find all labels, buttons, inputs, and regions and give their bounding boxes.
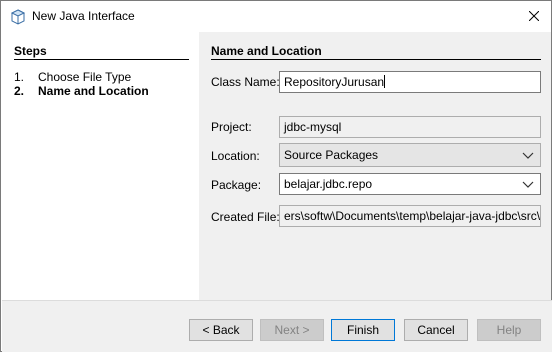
chevron-down-icon xyxy=(522,152,534,159)
text-cursor xyxy=(384,75,386,88)
class-name-input[interactable]: RepositoryJurusan xyxy=(279,71,541,93)
next-button[interactable]: Next > xyxy=(260,319,324,341)
close-button[interactable] xyxy=(517,1,551,31)
steps-panel: Steps 1. Choose File Type 2. Name and Loca… xyxy=(2,32,198,300)
step-choose-file-type: 1. Choose File Type xyxy=(14,70,131,84)
cancel-button[interactable]: Cancel xyxy=(404,319,468,341)
location-label: Location: xyxy=(211,149,260,163)
steps-divider xyxy=(14,59,189,60)
created-file-label: Created File: xyxy=(211,210,280,224)
step-label: Choose File Type xyxy=(38,70,132,84)
window-title: New Java Interface xyxy=(32,9,135,23)
created-file-value: ers\softw\Documents\temp\belajar-java-jd… xyxy=(284,209,541,223)
step-number: 1. xyxy=(14,70,25,84)
package-label: Package: xyxy=(211,178,262,192)
button-bar: < Back Next > Finish Cancel Help xyxy=(2,301,552,352)
chevron-down-icon xyxy=(522,181,534,188)
finish-button[interactable]: Finish xyxy=(331,319,395,341)
panel-divider xyxy=(211,59,541,60)
netbeans-cube-icon xyxy=(10,9,26,25)
close-icon xyxy=(529,11,539,21)
project-value: jdbc-mysql xyxy=(284,120,342,134)
step-label: Name and Location xyxy=(38,84,149,98)
created-file-field[interactable]: ers\softw\Documents\temp\belajar-java-jd… xyxy=(279,205,541,227)
steps-heading: Steps xyxy=(14,44,47,58)
package-combobox[interactable]: belajar.jdbc.repo xyxy=(279,173,541,195)
class-name-label: Class Name: xyxy=(211,75,280,89)
project-field: jdbc-mysql xyxy=(279,116,541,138)
name-location-panel: Name and Location Class Name: Repository… xyxy=(199,32,551,300)
location-dropdown[interactable]: Source Packages xyxy=(279,143,541,167)
project-label: Project: xyxy=(211,120,252,134)
help-button[interactable]: Help xyxy=(477,319,541,341)
back-button[interactable]: < Back xyxy=(189,319,253,341)
title-bar: New Java Interface xyxy=(1,1,551,32)
step-number: 2. xyxy=(14,84,25,98)
location-value: Source Packages xyxy=(284,148,379,162)
step-name-and-location: 2. Name and Location xyxy=(14,84,149,98)
new-java-interface-dialog: New Java Interface Steps 1. Choose File T… xyxy=(0,0,552,352)
package-value: belajar.jdbc.repo xyxy=(284,177,373,191)
panel-heading: Name and Location xyxy=(211,44,322,58)
class-name-value: RepositoryJurusan xyxy=(284,75,385,89)
